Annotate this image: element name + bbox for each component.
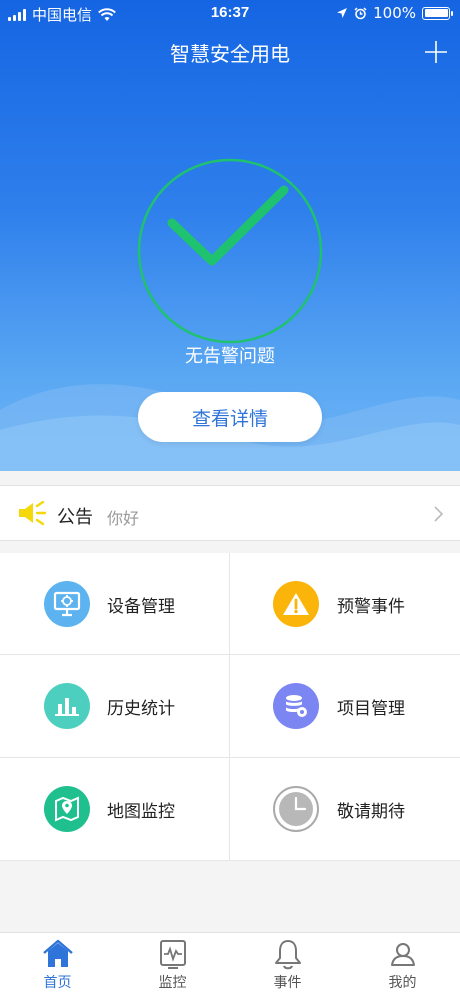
bar-chart-icon xyxy=(44,683,90,729)
menu-label: 项目管理 xyxy=(337,699,405,719)
user-icon xyxy=(390,943,415,966)
feature-grid: 设备管理 预警事件 历史统计 项目管理 地图监控 敬请期待 xyxy=(0,553,460,861)
menu-map-monitor[interactable]: 地图监控 xyxy=(0,758,230,861)
menu-label: 预警事件 xyxy=(337,597,405,617)
alarm-icon xyxy=(354,6,367,19)
location-arrow-icon xyxy=(337,8,348,18)
tab-label: 首页 xyxy=(43,975,72,991)
plus-icon[interactable] xyxy=(424,40,448,64)
menu-label: 敬请期待 xyxy=(337,802,405,822)
database-gear-icon xyxy=(273,683,319,729)
battery-percent: 100% xyxy=(373,4,416,22)
alarm-status-text: 无告警问题 xyxy=(185,346,275,367)
tab-label: 我的 xyxy=(388,975,417,991)
bell-icon xyxy=(274,940,301,970)
menu-coming-soon[interactable]: 敬请期待 xyxy=(230,758,460,861)
checkmark-icon xyxy=(137,158,323,344)
hero-banner: 中国电信 16:37 100% 智慧安全用电 无告警问题 查看详情 xyxy=(0,0,460,471)
status-bar: 中国电信 16:37 100% xyxy=(0,0,460,26)
clock-icon xyxy=(273,786,319,832)
menu-label: 地图监控 xyxy=(107,802,175,822)
tab-bar: 首页 监控 事件 我的 xyxy=(0,932,460,996)
device-monitor-icon xyxy=(44,581,90,627)
tab-mine[interactable]: 我的 xyxy=(345,933,460,996)
tab-events[interactable]: 事件 xyxy=(230,933,345,996)
battery-icon xyxy=(422,6,453,20)
tab-label: 事件 xyxy=(273,975,302,991)
warning-icon xyxy=(273,581,319,627)
tab-monitor[interactable]: 监控 xyxy=(115,933,230,996)
chevron-right-icon[interactable] xyxy=(434,506,444,522)
tab-home[interactable]: 首页 xyxy=(0,933,115,996)
notice-title: 公告 xyxy=(57,507,93,528)
notice-text: 你好 xyxy=(107,509,140,528)
menu-device-management[interactable]: 设备管理 xyxy=(0,553,230,655)
view-details-button[interactable]: 查看详情 xyxy=(138,392,322,442)
menu-project-management[interactable]: 项目管理 xyxy=(230,655,460,758)
notice-bar[interactable]: 公告 你好 xyxy=(0,485,460,541)
home-icon xyxy=(42,939,73,967)
monitor-pulse-icon xyxy=(159,940,186,969)
menu-history-stats[interactable]: 历史统计 xyxy=(0,655,230,758)
menu-label: 设备管理 xyxy=(107,597,175,617)
map-pin-icon xyxy=(44,786,90,832)
tab-label: 监控 xyxy=(158,975,187,991)
page-title: 智慧安全用电 xyxy=(170,42,290,66)
menu-warning-events[interactable]: 预警事件 xyxy=(230,553,460,655)
megaphone-icon xyxy=(19,501,47,526)
menu-label: 历史统计 xyxy=(107,699,175,719)
